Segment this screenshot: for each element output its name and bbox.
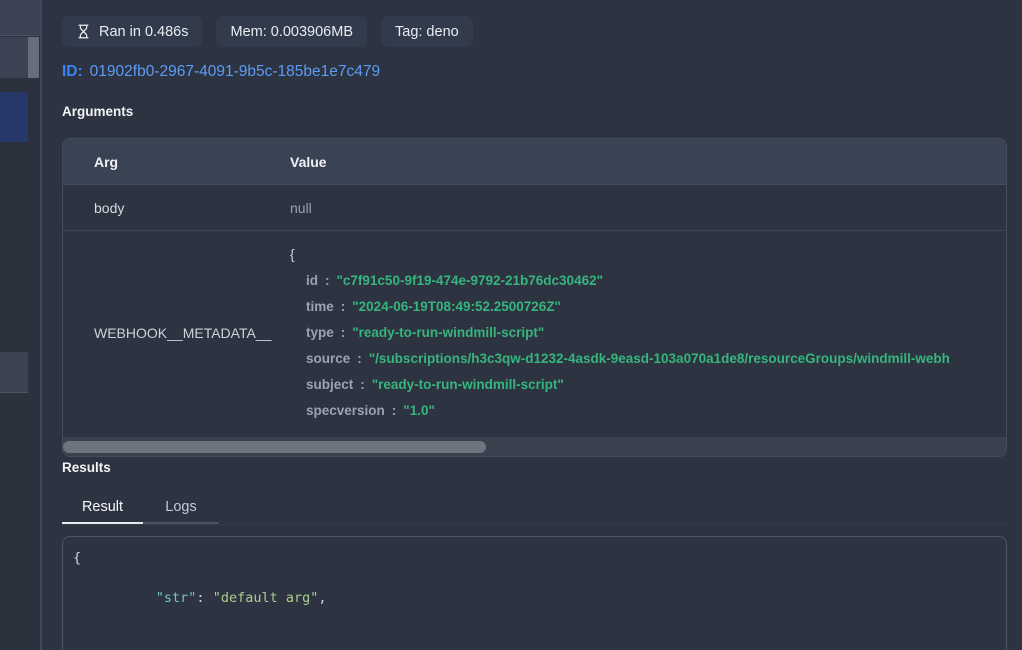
results-title: Results xyxy=(62,460,111,475)
arguments-table: Arg Value body null WEBHOOK__METADATA__ … xyxy=(62,138,1007,457)
json-key: id xyxy=(306,273,318,288)
json-entry-id: id: "c7f91c50-9f19-474e-9792-21b76dc30462… xyxy=(290,268,1006,294)
arg-name-webhook-metadata: WEBHOOK__METADATA__ xyxy=(63,242,290,424)
result-entry-str: "str": "default arg", xyxy=(73,568,996,628)
json-entry-type: type: "ready-to-run-windmill-script" xyxy=(290,320,1006,346)
json-colon: : xyxy=(341,325,346,340)
memory-badge-label: Mem: 0.003906MB xyxy=(230,24,353,40)
json-key: time xyxy=(306,299,334,314)
json-colon: : xyxy=(341,299,346,314)
tag-badge: Tag: deno xyxy=(381,16,473,47)
arguments-table-header: Arg Value xyxy=(63,139,1006,185)
runs-sidebar xyxy=(0,0,40,650)
tab-logs[interactable]: Logs xyxy=(143,492,219,524)
json-entry-subject: subject: "ready-to-run-windmill-script" xyxy=(290,372,1006,398)
result-colon: : xyxy=(196,590,212,606)
result-comma: , xyxy=(318,590,326,606)
job-id-label: ID: xyxy=(62,63,83,81)
value-column-header: Value xyxy=(290,154,1006,170)
json-value: "/subscriptions/h3c3qw-d1232-4asdk-9easd… xyxy=(369,351,950,366)
json-entry-specversion: specversion: "1.0" xyxy=(290,398,1006,424)
job-id-row: ID: 01902fb0-2967-4091-9b5c-185be1e7c479 xyxy=(62,63,380,81)
json-colon: : xyxy=(392,403,397,418)
json-value: "2024-06-19T08:49:52.2500726Z" xyxy=(352,299,561,314)
result-json-panel: { "str": "default arg", "union": "Hello … xyxy=(62,536,1007,650)
run-detail-panel: Ran in 0.486s Mem: 0.003906MB Tag: deno … xyxy=(44,0,1022,650)
sidebar-divider xyxy=(40,0,42,650)
result-key: "str" xyxy=(156,590,197,606)
json-key: specversion xyxy=(306,403,385,418)
json-colon: : xyxy=(360,377,365,392)
results-tabs: Result Logs xyxy=(62,492,1007,525)
webhook-metadata-json: { id: "c7f91c50-9f19-474e-9792-21b76dc304… xyxy=(290,242,1006,424)
json-value: "c7f91c50-9f19-474e-9792-21b76dc30462" xyxy=(337,273,604,288)
arg-column-header: Arg xyxy=(63,154,290,170)
json-value: "ready-to-run-windmill-script" xyxy=(352,325,544,340)
hourglass-icon xyxy=(76,24,91,39)
run-list-item-selected[interactable] xyxy=(0,92,28,142)
json-key: type xyxy=(306,325,334,340)
run-list-item[interactable] xyxy=(0,352,28,393)
json-entry-source: source: "/subscriptions/h3c3qw-d1232-4asd… xyxy=(290,346,1006,372)
job-id-value[interactable]: 01902fb0-2967-4091-9b5c-185be1e7c479 xyxy=(90,63,380,81)
run-stats-badges: Ran in 0.486s Mem: 0.003906MB Tag: deno xyxy=(62,16,473,47)
arguments-title: Arguments xyxy=(62,104,133,119)
json-key: source xyxy=(306,351,350,366)
runs-sidebar-header xyxy=(0,0,40,36)
json-colon: : xyxy=(357,351,362,366)
duration-badge-label: Ran in 0.486s xyxy=(99,24,188,40)
result-value: "default arg" xyxy=(213,590,319,606)
tag-badge-label: Tag: deno xyxy=(395,24,459,40)
memory-badge: Mem: 0.003906MB xyxy=(216,16,367,47)
tab-result[interactable]: Result xyxy=(62,492,143,524)
result-open-brace: { xyxy=(73,548,996,568)
json-colon: : xyxy=(325,273,330,288)
table-horizontal-scrollbar xyxy=(63,437,1006,456)
result-entry-union: "union": "Hello World" xyxy=(73,628,996,650)
sidebar-scrollbar-thumb[interactable] xyxy=(28,37,39,78)
json-value: "ready-to-run-windmill-script" xyxy=(372,377,564,392)
table-row: WEBHOOK__METADATA__ { id: "c7f91c50-9f19-… xyxy=(63,231,1006,437)
arg-name-body: body xyxy=(63,200,290,216)
duration-badge: Ran in 0.486s xyxy=(62,16,202,47)
arg-value-body: null xyxy=(290,200,1006,216)
json-key: subject xyxy=(306,377,353,392)
run-list-item[interactable] xyxy=(0,37,28,78)
json-open-brace: { xyxy=(290,242,1006,268)
table-scrollbar-thumb[interactable] xyxy=(63,441,486,453)
json-entry-time: time: "2024-06-19T08:49:52.2500726Z" xyxy=(290,294,1006,320)
json-value: "1.0" xyxy=(403,403,435,418)
table-row: body null xyxy=(63,185,1006,231)
